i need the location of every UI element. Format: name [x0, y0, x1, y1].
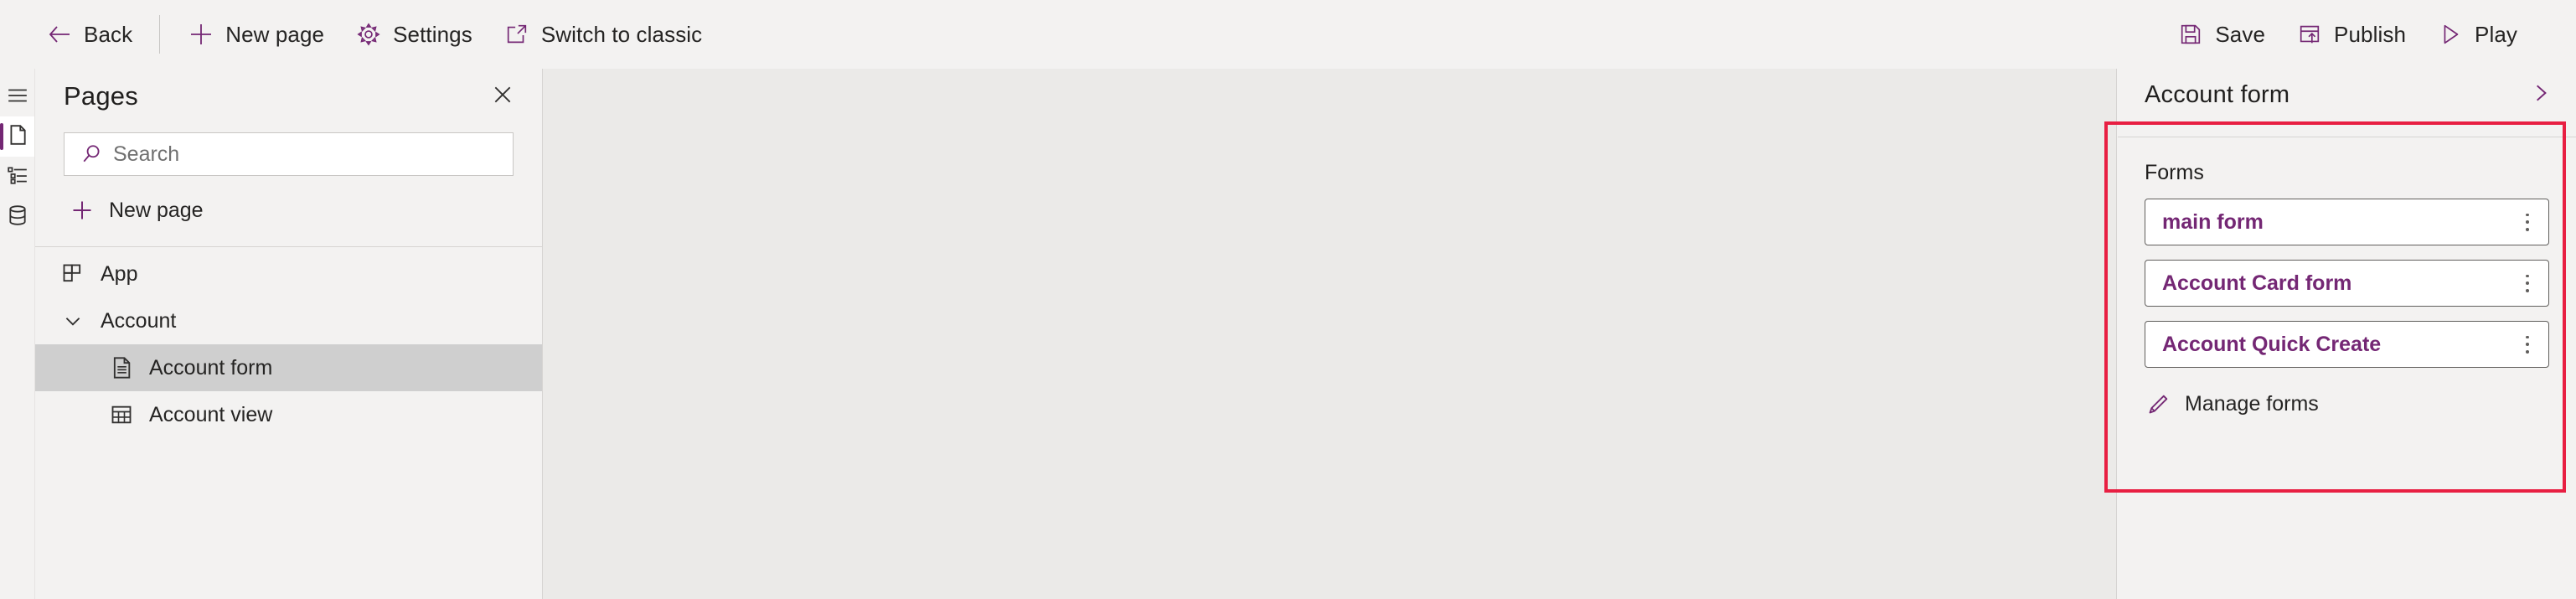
form-document-icon: [107, 354, 136, 382]
tree-item-label: Account form: [149, 355, 273, 380]
manage-forms-button[interactable]: Manage forms: [2145, 382, 2549, 426]
publish-icon: [2295, 20, 2324, 49]
more-vertical-icon[interactable]: [2513, 205, 2542, 239]
forms-section-label: Forms: [2145, 161, 2204, 184]
tree-item-label: Account view: [149, 402, 273, 426]
new-page-tree-label: New page: [109, 198, 204, 222]
gear-icon: [354, 20, 383, 49]
new-page-tree-button[interactable]: New page: [35, 186, 542, 235]
form-card-label: Account Card form: [2162, 271, 2352, 295]
save-icon: [2176, 20, 2205, 49]
hamburger-icon: [7, 85, 28, 111]
form-card-account-quick-create[interactable]: Account Quick Create: [2145, 321, 2549, 368]
app-grid-icon: [59, 260, 87, 288]
pages-panel-header: Pages: [35, 69, 542, 124]
tree-list-icon: [7, 164, 28, 190]
publish-label: Publish: [2334, 22, 2407, 47]
pages-panel-title: Pages: [64, 81, 138, 111]
pages-search-wrapper: [35, 124, 542, 176]
arrow-left-icon: [45, 20, 74, 49]
properties-panel-header: Account form: [2118, 69, 2576, 121]
form-card-account-card-form[interactable]: Account Card form: [2145, 260, 2549, 307]
tree-item-account-view[interactable]: Account view: [35, 391, 542, 438]
open-external-icon: [503, 20, 531, 49]
pages-tree: App Account Account form Account view: [35, 247, 542, 438]
more-vertical-icon[interactable]: [2513, 328, 2542, 361]
command-bar-right-group: Save Publish Play: [2161, 11, 2576, 58]
pages-panel-close-button[interactable]: [485, 79, 520, 114]
tree-item-app[interactable]: App: [35, 250, 542, 297]
save-button[interactable]: Save: [2161, 11, 2280, 58]
page-icon: [7, 124, 28, 150]
switch-to-classic-button[interactable]: Switch to classic: [488, 11, 717, 58]
back-button[interactable]: Back: [30, 11, 147, 58]
rail-item-hamburger-menu[interactable]: [0, 78, 34, 116]
tree-item-label: App: [101, 261, 138, 286]
new-page-label: New page: [225, 22, 325, 47]
tree-item-account-form[interactable]: Account form: [35, 344, 542, 391]
publish-button[interactable]: Publish: [2280, 11, 2421, 58]
settings-label: Settings: [393, 22, 472, 47]
pencil-icon: [2145, 390, 2173, 418]
play-icon: [2436, 20, 2465, 49]
play-button[interactable]: Play: [2421, 11, 2532, 58]
settings-button[interactable]: Settings: [339, 11, 488, 58]
properties-panel-title: Account form: [2145, 80, 2290, 108]
play-label: Play: [2475, 22, 2517, 47]
form-card-label: Account Quick Create: [2162, 332, 2382, 356]
rail-item-navigation[interactable]: [0, 157, 34, 197]
rail-item-pages[interactable]: [0, 116, 34, 157]
app-design-canvas[interactable]: [543, 69, 2117, 599]
left-icon-rail: [0, 69, 35, 599]
database-icon: [7, 204, 28, 230]
form-card-main-form[interactable]: main form: [2145, 199, 2549, 245]
chevron-down-icon[interactable]: [59, 307, 87, 335]
form-card-label: main form: [2162, 209, 2264, 234]
search-icon: [80, 142, 105, 167]
back-label: Back: [84, 22, 133, 47]
command-bar: Back New page Settings Switch to classic…: [0, 0, 2576, 69]
command-bar-divider: [159, 15, 161, 54]
pages-search-box[interactable]: [64, 132, 514, 176]
pages-panel: Pages Search New page App Account Accoun…: [35, 69, 543, 599]
chevron-right-icon: [2530, 82, 2552, 108]
properties-panel-body: Forms main form Account Card form Accoun…: [2118, 137, 2576, 426]
manage-forms-label: Manage forms: [2185, 391, 2319, 416]
close-icon: [492, 84, 514, 110]
properties-panel: Account form Forms main form Account Car…: [2118, 69, 2576, 599]
tree-item-account[interactable]: Account: [35, 297, 542, 344]
search-input[interactable]: [113, 142, 501, 167]
plus-icon: [69, 197, 96, 224]
more-vertical-icon[interactable]: [2513, 266, 2542, 300]
tree-item-label: Account: [101, 308, 177, 333]
rail-item-data[interactable]: [0, 197, 34, 237]
switch-to-classic-label: Switch to classic: [540, 22, 703, 47]
properties-panel-collapse-button[interactable]: [2524, 78, 2558, 111]
plus-icon: [187, 20, 215, 49]
command-bar-left-group: Back New page Settings Switch to classic: [0, 11, 717, 58]
table-grid-icon: [107, 400, 136, 429]
save-label: Save: [2215, 22, 2266, 47]
new-page-button[interactable]: New page: [172, 11, 339, 58]
app-root: Back New page Settings Switch to classic…: [0, 0, 2576, 599]
